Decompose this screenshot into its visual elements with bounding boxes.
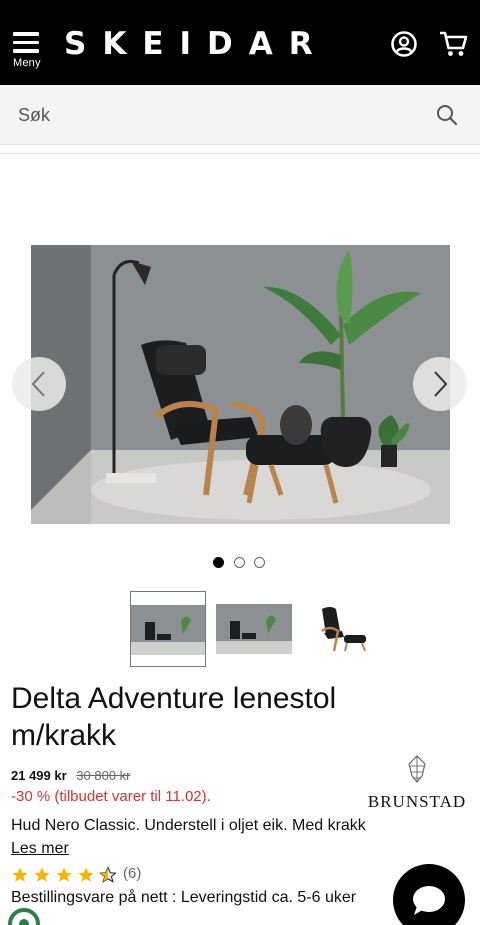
- gallery-dots: [213, 557, 273, 569]
- chat-button[interactable]: [393, 864, 465, 925]
- half-star-icon: [99, 866, 117, 883]
- product-main-image[interactable]: [31, 245, 450, 524]
- gallery-thumbnail[interactable]: [304, 591, 380, 667]
- menu-button[interactable]: Meny: [13, 32, 45, 69]
- hamburger-icon: [13, 32, 45, 53]
- brand-leaf-icon: [408, 755, 426, 783]
- star-icon: [34, 867, 50, 882]
- chevron-left-icon: [31, 371, 45, 397]
- search-button[interactable]: [436, 104, 460, 128]
- search-icon: [437, 105, 458, 126]
- site-logo[interactable]: SKEIDAR: [64, 26, 329, 62]
- gallery-thumbnail[interactable]: [130, 591, 206, 667]
- star-icon: [12, 867, 28, 882]
- top-header: Meny SKEIDAR: [0, 0, 480, 85]
- chevron-right-icon: [434, 371, 448, 397]
- gallery-prev-button[interactable]: [12, 357, 66, 411]
- original-price: 30 800 kr: [76, 768, 131, 783]
- review-count[interactable]: (6): [123, 865, 141, 882]
- read-more-link[interactable]: Les mer: [11, 840, 69, 858]
- gallery-dot[interactable]: [213, 557, 224, 568]
- user-circle-icon: [391, 31, 417, 57]
- gallery-dot[interactable]: [234, 557, 245, 568]
- product-description: Hud Nero Classic. Understell i oljet eik…: [11, 817, 366, 834]
- price-row: 21 499 kr 30 800 kr: [11, 768, 131, 783]
- chat-bubble-icon: [413, 886, 445, 915]
- cart-button[interactable]: [439, 30, 469, 60]
- eco-badge-icon: [8, 908, 40, 925]
- star-icon: [78, 867, 94, 882]
- brand-name: BRUNSTAD: [367, 792, 467, 811]
- gallery-next-button[interactable]: [413, 357, 467, 411]
- account-button[interactable]: [390, 30, 420, 60]
- gallery-thumbnail[interactable]: [216, 591, 292, 667]
- current-price: 21 499 kr: [11, 768, 67, 783]
- gallery-dot[interactable]: [254, 557, 265, 568]
- search-bar: [0, 85, 480, 145]
- search-input[interactable]: [18, 101, 418, 129]
- delivery-info: Bestillingsvare på nett : Leveringstid c…: [11, 889, 357, 906]
- menu-label: Meny: [13, 56, 41, 69]
- brand-logo[interactable]: BRUNSTAD: [364, 754, 470, 811]
- product-title: Delta Adventure lenestol m/krakk: [11, 682, 337, 752]
- star-icon: [56, 867, 72, 882]
- header-divider: [0, 153, 480, 154]
- cart-icon: [440, 31, 468, 56]
- discount-text: -30 % (tilbudet varer til 11.02).: [11, 788, 211, 805]
